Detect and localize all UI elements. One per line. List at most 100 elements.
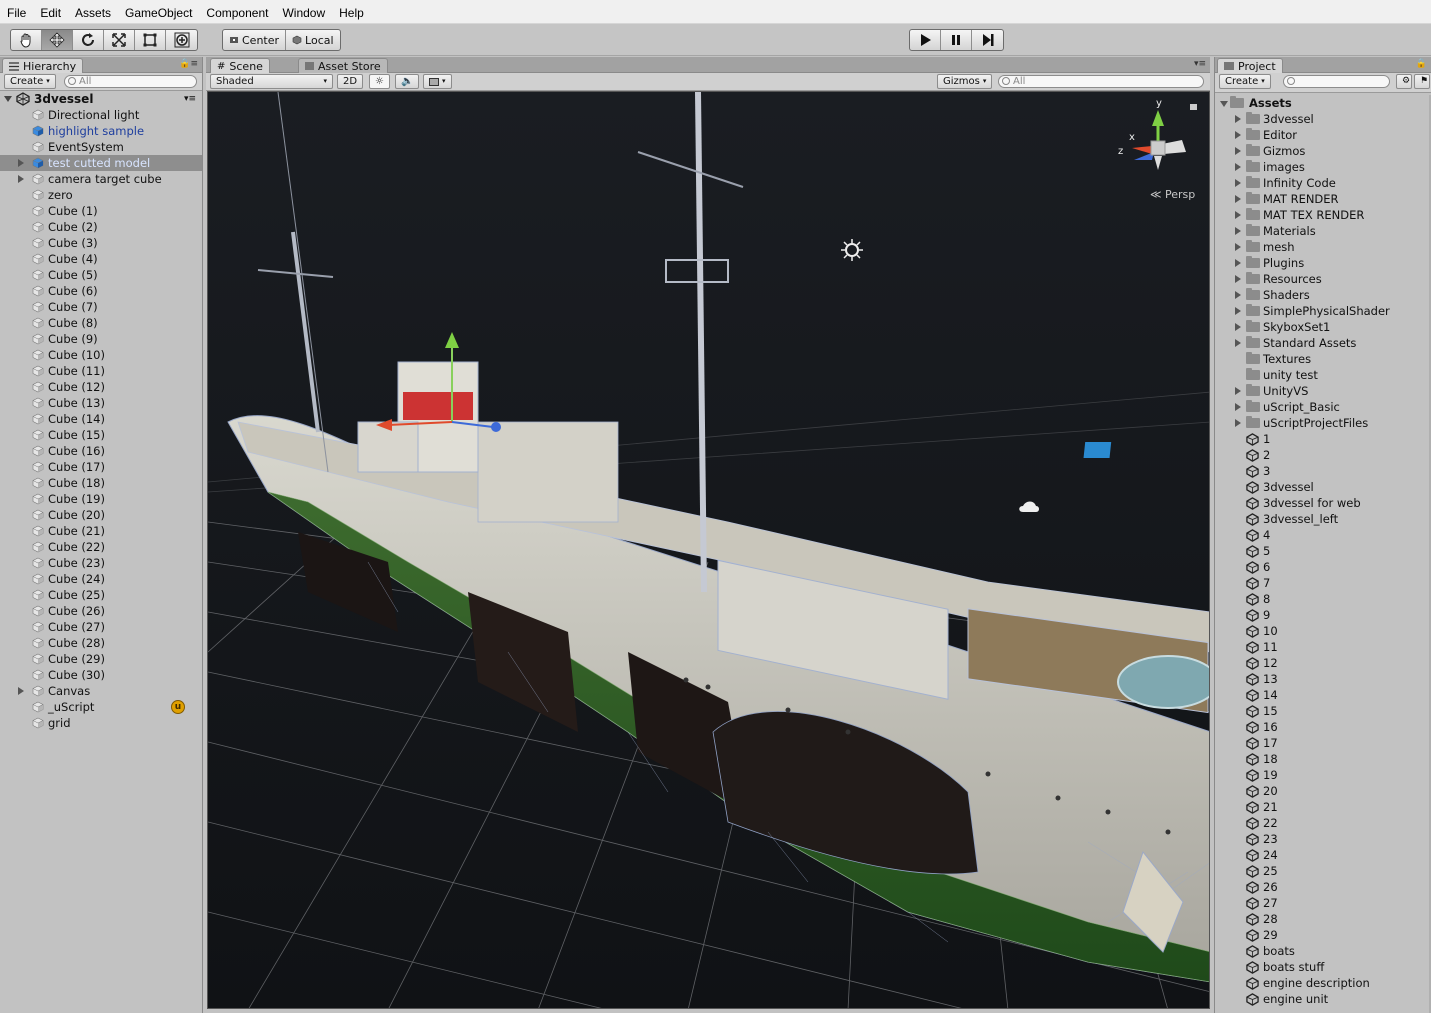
project-scene-item[interactable]: boats stuff bbox=[1215, 959, 1429, 975]
hierarchy-item[interactable]: test cutted model bbox=[0, 155, 202, 171]
play-button[interactable] bbox=[910, 30, 941, 50]
step-button[interactable] bbox=[972, 30, 1003, 50]
camera-target-gizmo[interactable] bbox=[1083, 442, 1112, 458]
hierarchy-item[interactable]: Directional light bbox=[0, 107, 202, 123]
project-folder-item[interactable]: uScript_Basic bbox=[1215, 399, 1429, 415]
menu-component[interactable]: Component bbox=[199, 0, 275, 24]
foldout-closed-icon[interactable] bbox=[1235, 227, 1241, 235]
foldout-closed-icon[interactable] bbox=[1235, 275, 1241, 283]
hierarchy-item[interactable]: Cube (3) bbox=[0, 235, 202, 251]
project-folder-item[interactable]: unity test bbox=[1215, 367, 1429, 383]
project-scene-item[interactable]: 3 bbox=[1215, 463, 1429, 479]
project-scene-item[interactable]: 29 bbox=[1215, 927, 1429, 943]
project-scene-item[interactable]: 17 bbox=[1215, 735, 1429, 751]
foldout-closed-icon[interactable] bbox=[1235, 307, 1241, 315]
foldout-closed-icon[interactable] bbox=[1235, 323, 1241, 331]
hierarchy-item[interactable]: Cube (11) bbox=[0, 363, 202, 379]
hierarchy-item[interactable]: Cube (22) bbox=[0, 539, 202, 555]
audio-toggle[interactable]: 🔈 bbox=[395, 74, 420, 89]
project-scene-item[interactable]: 18 bbox=[1215, 751, 1429, 767]
effects-dropdown[interactable]: ▾ bbox=[423, 74, 452, 89]
hierarchy-item[interactable]: zero bbox=[0, 187, 202, 203]
project-folder-item[interactable]: uScriptProjectFiles bbox=[1215, 415, 1429, 431]
project-scene-item[interactable]: engine description bbox=[1215, 975, 1429, 991]
project-scene-item[interactable]: 24 bbox=[1215, 847, 1429, 863]
viewport-lock-icon[interactable] bbox=[1190, 104, 1197, 110]
gizmos-dropdown[interactable]: Gizmos ▾ bbox=[937, 74, 993, 89]
project-scene-item[interactable]: 13 bbox=[1215, 671, 1429, 687]
pivot-center-button[interactable]: Center bbox=[223, 30, 287, 50]
project-scene-item[interactable]: 2 bbox=[1215, 447, 1429, 463]
project-scene-item[interactable]: 3dvessel_left bbox=[1215, 511, 1429, 527]
scene-viewport[interactable]: y x z ≪ Persp bbox=[207, 91, 1210, 1009]
project-lock-icon[interactable]: 🔒 bbox=[1416, 59, 1427, 69]
hierarchy-item[interactable]: Cube (6) bbox=[0, 283, 202, 299]
tab-project[interactable]: Project bbox=[1217, 58, 1283, 73]
project-folder-item[interactable]: SimplePhysicalShader bbox=[1215, 303, 1429, 319]
hierarchy-item[interactable]: Cube (19) bbox=[0, 491, 202, 507]
hierarchy-item[interactable]: Cube (10) bbox=[0, 347, 202, 363]
hierarchy-item[interactable]: Cube (20) bbox=[0, 507, 202, 523]
menu-edit[interactable]: Edit bbox=[33, 0, 68, 24]
project-folder-item[interactable]: mesh bbox=[1215, 239, 1429, 255]
hand-tool-button[interactable] bbox=[11, 30, 42, 50]
foldout-closed-icon[interactable] bbox=[18, 687, 24, 695]
hierarchy-item[interactable]: Cube (2) bbox=[0, 219, 202, 235]
project-scene-item[interactable]: 10 bbox=[1215, 623, 1429, 639]
hierarchy-create-button[interactable]: Create ▾ bbox=[4, 74, 56, 89]
project-folder-item[interactable]: Infinity Code bbox=[1215, 175, 1429, 191]
foldout-closed-icon[interactable] bbox=[1235, 195, 1241, 203]
hierarchy-item[interactable]: Cube (4) bbox=[0, 251, 202, 267]
project-folder-item[interactable]: MAT TEX RENDER bbox=[1215, 207, 1429, 223]
project-scene-item[interactable]: 19 bbox=[1215, 767, 1429, 783]
foldout-closed-icon[interactable] bbox=[1235, 163, 1241, 171]
hierarchy-item[interactable]: Cube (5) bbox=[0, 267, 202, 283]
project-folder-item[interactable]: Standard Assets bbox=[1215, 335, 1429, 351]
scene-menu-icon[interactable]: ▾≡ bbox=[1194, 59, 1206, 69]
pause-button[interactable] bbox=[941, 30, 972, 50]
project-scene-item[interactable]: 14 bbox=[1215, 687, 1429, 703]
foldout-closed-icon[interactable] bbox=[1235, 179, 1241, 187]
lighting-toggle[interactable]: ☼ bbox=[369, 74, 390, 89]
project-scene-item[interactable]: 16 bbox=[1215, 719, 1429, 735]
pivot-local-button[interactable]: Local bbox=[286, 30, 340, 50]
project-search-input[interactable] bbox=[1283, 75, 1390, 88]
foldout-open-icon[interactable] bbox=[1220, 101, 1228, 107]
hierarchy-item[interactable]: Cube (1) bbox=[0, 203, 202, 219]
project-scene-item[interactable]: 3dvessel for web bbox=[1215, 495, 1429, 511]
menu-window[interactable]: Window bbox=[275, 0, 332, 24]
project-scene-item[interactable]: 8 bbox=[1215, 591, 1429, 607]
hierarchy-item[interactable]: Cube (15) bbox=[0, 427, 202, 443]
rotate-tool-button[interactable] bbox=[73, 30, 104, 50]
project-scene-item[interactable]: 22 bbox=[1215, 815, 1429, 831]
hierarchy-item[interactable]: Cube (25) bbox=[0, 587, 202, 603]
foldout-closed-icon[interactable] bbox=[1235, 115, 1241, 123]
hierarchy-item[interactable]: Cube (8) bbox=[0, 315, 202, 331]
project-folder-item[interactable]: 3dvessel bbox=[1215, 111, 1429, 127]
project-folder-item[interactable]: Resources bbox=[1215, 271, 1429, 287]
hierarchy-item[interactable]: camera target cube bbox=[0, 171, 202, 187]
hierarchy-item[interactable]: Cube (13) bbox=[0, 395, 202, 411]
project-scene-item[interactable]: 7 bbox=[1215, 575, 1429, 591]
mode-2d-toggle[interactable]: 2D bbox=[337, 74, 364, 89]
foldout-closed-icon[interactable] bbox=[1235, 259, 1241, 267]
assets-root-row[interactable]: Assets bbox=[1215, 95, 1429, 111]
move-tool-button[interactable] bbox=[42, 30, 73, 50]
project-folder-item[interactable]: UnityVS bbox=[1215, 383, 1429, 399]
hierarchy-item[interactable]: Cube (7) bbox=[0, 299, 202, 315]
scene-search-input[interactable]: All bbox=[998, 75, 1204, 88]
project-folder-item[interactable]: Textures bbox=[1215, 351, 1429, 367]
scene-menu-icon[interactable]: ▾≡ bbox=[184, 94, 196, 104]
hierarchy-item[interactable]: Cube (29) bbox=[0, 651, 202, 667]
lock-icon[interactable]: 🔒≡ bbox=[179, 59, 198, 69]
project-folder-item[interactable]: SkyboxSet1 bbox=[1215, 319, 1429, 335]
hierarchy-item[interactable]: Cube (14) bbox=[0, 411, 202, 427]
project-scene-item[interactable]: 20 bbox=[1215, 783, 1429, 799]
project-scene-item[interactable]: 5 bbox=[1215, 543, 1429, 559]
rect-tool-button[interactable] bbox=[135, 30, 166, 50]
hierarchy-item[interactable]: Cube (24) bbox=[0, 571, 202, 587]
foldout-closed-icon[interactable] bbox=[1235, 291, 1241, 299]
scene-render[interactable]: y x z bbox=[208, 92, 1210, 1009]
project-scene-item[interactable]: 12 bbox=[1215, 655, 1429, 671]
hierarchy-item[interactable]: Cube (18) bbox=[0, 475, 202, 491]
